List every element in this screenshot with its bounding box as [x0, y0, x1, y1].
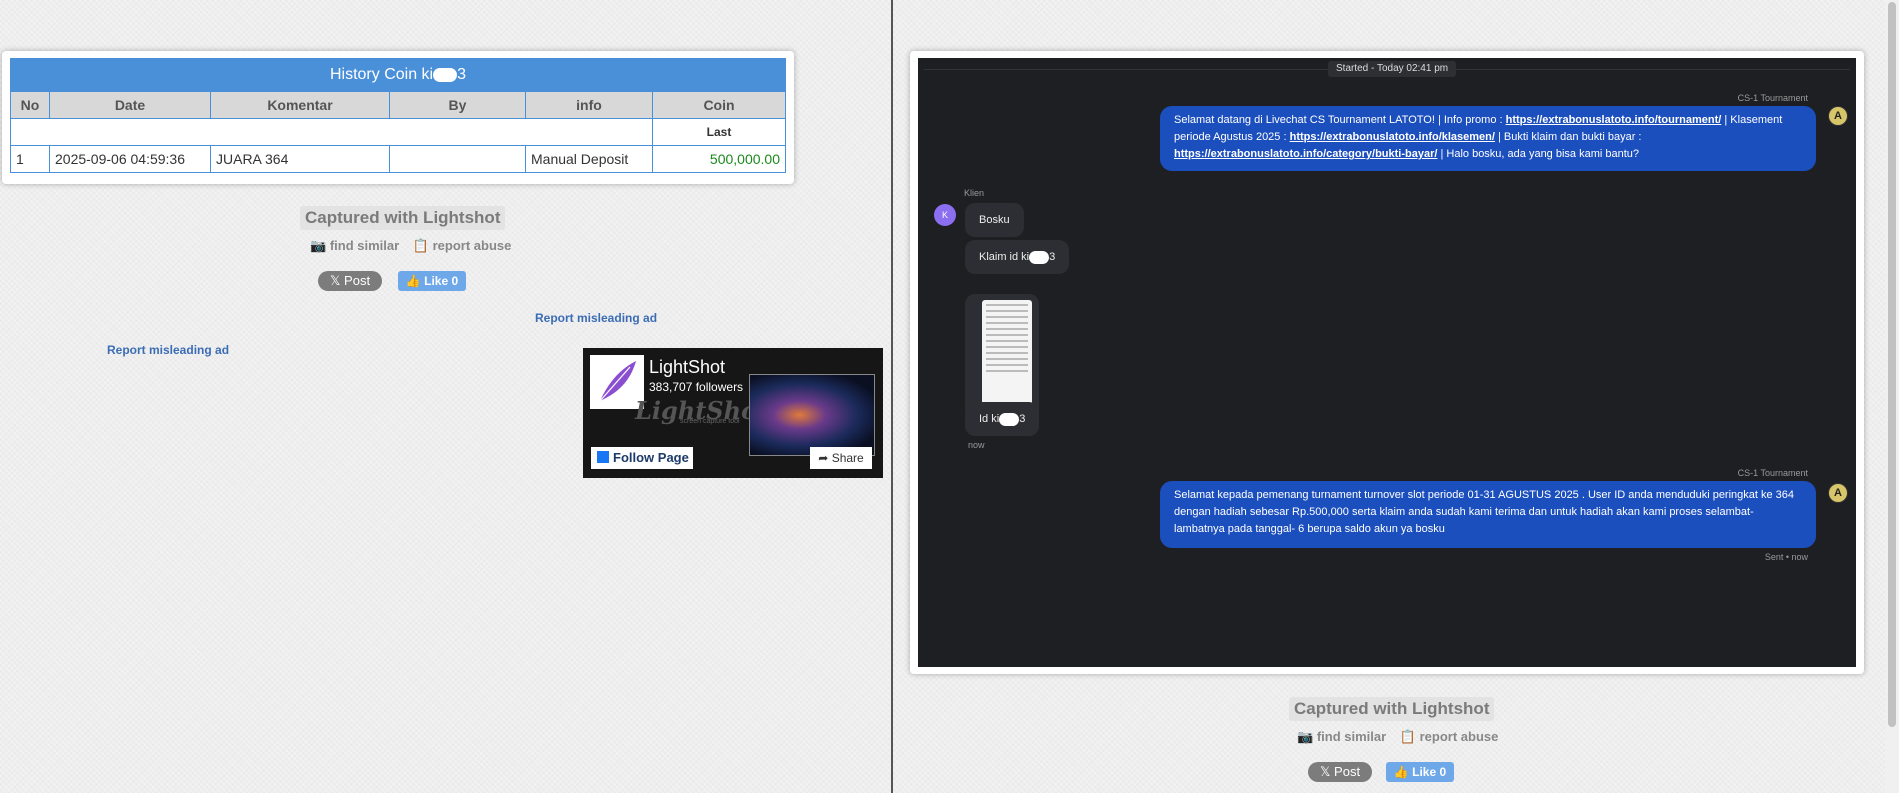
client-message-id: Id ki 3 [965, 402, 1040, 436]
captured-with-lightshot-right: Captured with Lightshot [1289, 697, 1495, 721]
agent-message-welcome: Selamat datang di Livechat CS Tournament… [1160, 106, 1816, 171]
share-arrow-icon: ➦ [818, 451, 829, 465]
find-similar-link[interactable]: 📷 find similar [310, 238, 399, 253]
left-action-links: 📷 find similar 📋 report abuse [310, 238, 521, 254]
agent-avatar: A [1828, 106, 1848, 126]
history-coin-table: History Coin ki 3 No Date Komentar By inf… [10, 58, 786, 173]
last-label: Last [652, 118, 786, 146]
facebook-icon [597, 451, 609, 463]
client-name: Klien [964, 188, 985, 198]
captured-with-lightshot: Captured with Lightshot [300, 206, 506, 230]
cell-by [389, 145, 526, 173]
agent-message-winner: Selamat kepada pemenang turnament turnov… [1160, 481, 1816, 548]
thumbs-up-icon: 👍 [1393, 765, 1409, 779]
scrollbar-thumb[interactable] [1888, 2, 1896, 727]
header-date: Date [49, 91, 211, 119]
fb-like-button[interactable]: 👍 Like 0 [398, 271, 466, 291]
clipboard-icon: 📋 [1399, 729, 1416, 744]
redacted-blob [433, 67, 458, 82]
camera-icon: 📷 [310, 238, 327, 253]
left-lightshot-page: History Coin ki 3 No Date Komentar By inf… [0, 0, 891, 793]
galaxy-preview-image [749, 374, 875, 456]
agent-name-2: CS-1 Tournament [1737, 468, 1808, 478]
redacted-blob [1029, 250, 1050, 264]
page-scrollbar[interactable] [1885, 0, 1899, 793]
table-title: History Coin ki 3 [10, 58, 786, 92]
cell-info: Manual Deposit [525, 145, 653, 173]
fb-like-button-right[interactable]: 👍 Like 0 [1386, 762, 1454, 782]
client-message-time: now [968, 440, 985, 450]
table-row-last: Last [10, 118, 786, 146]
client-message-bosku: Bosku [965, 203, 1024, 237]
report-misleading-ad-link[interactable]: Report misleading ad [535, 311, 657, 325]
phone-screenshot-thumbnail [982, 300, 1032, 412]
left-screenshot-frame: History Coin ki 3 No Date Komentar By inf… [2, 51, 794, 184]
header-by: By [389, 91, 526, 119]
x-logo-icon: 𝕏 [329, 273, 341, 288]
client-avatar: K [934, 204, 956, 226]
agent-avatar-2: A [1828, 483, 1848, 503]
agent-name: CS-1 Tournament [1737, 93, 1808, 103]
report-abuse-link[interactable]: 📋 report abuse [413, 238, 512, 253]
header-komentar: Komentar [210, 91, 390, 119]
share-button[interactable]: ➦ Share [810, 447, 872, 469]
client-message-klaim: Klaim id ki 3 [965, 240, 1070, 274]
cell-komentar: JUARA 364 [210, 145, 390, 173]
klasemen-link[interactable]: https://extrabonuslatoto.info/klasemen/ [1290, 131, 1495, 143]
sent-status: Sent • now [1764, 552, 1808, 562]
cell-coin: 500,000.00 [652, 145, 786, 173]
cell-date: 2025-09-06 04:59:36 [49, 145, 211, 173]
x-post-button-right[interactable]: 𝕏 Post [1308, 762, 1372, 782]
last-empty-cell [10, 118, 653, 146]
livechat-window: Started - Today 02:41 pm CS-1 Tournament… [918, 58, 1856, 667]
header-no: No [10, 91, 50, 119]
thumbs-up-icon: 👍 [405, 274, 421, 288]
promo-link[interactable]: https://extrabonuslatoto.info/tournament… [1506, 114, 1722, 126]
clipboard-icon: 📋 [412, 238, 429, 253]
x-post-button[interactable]: 𝕏 Post [318, 271, 382, 291]
bukti-bayar-link[interactable]: https://extrabonuslatoto.info/category/b… [1174, 148, 1437, 160]
right-screenshot-frame: Started - Today 02:41 pm CS-1 Tournament… [910, 51, 1864, 674]
widget-title[interactable]: LightShot [649, 357, 725, 378]
x-logo-icon: 𝕏 [1319, 764, 1331, 779]
report-abuse-link-right[interactable]: 📋 report abuse [1400, 729, 1499, 744]
widget-brand-sub: screen capture tool [680, 418, 740, 425]
table-row: 1 2025-09-06 04:59:36 JUARA 364 Manual D… [10, 145, 786, 173]
chat-started-label: Started - Today 02:41 pm [1328, 61, 1457, 77]
right-action-links: 📷 find similar 📋 report abuse [1297, 729, 1508, 745]
header-coin: Coin [652, 91, 786, 119]
header-info: info [525, 91, 653, 119]
cell-no: 1 [10, 145, 50, 173]
client-image-attachment[interactable] [965, 294, 1039, 418]
lightshot-facebook-widget[interactable]: LightShot 383,707 followers LightShot sc… [583, 348, 883, 478]
redacted-blob [999, 412, 1020, 426]
find-similar-link-right[interactable]: 📷 find similar [1297, 729, 1386, 744]
table-header-row: No Date Komentar By info Coin [10, 91, 786, 119]
report-misleading-ad-link-2[interactable]: Report misleading ad [107, 343, 229, 357]
camera-icon: 📷 [1297, 729, 1314, 744]
follow-page-button[interactable]: Follow Page [591, 447, 693, 469]
widget-followers: 383,707 followers [649, 380, 744, 394]
